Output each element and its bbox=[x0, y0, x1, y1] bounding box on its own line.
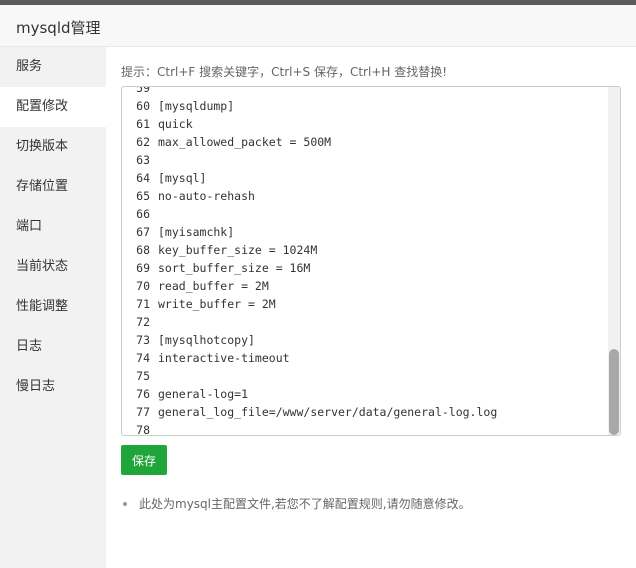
line-number: 77 bbox=[136, 405, 150, 419]
line-code[interactable]: max_allowed_packet = 500M bbox=[158, 133, 331, 151]
line-number: 74 bbox=[136, 351, 150, 365]
main-panel: 提示：Ctrl+F 搜索关键字，Ctrl+S 保存，Ctrl+H 查找替换! 5… bbox=[106, 47, 636, 568]
sidebar-item-storage[interactable]: 存储位置 bbox=[0, 167, 106, 207]
line-code[interactable]: key_buffer_size = 1024M bbox=[158, 241, 317, 259]
line-number: 65 bbox=[136, 189, 150, 203]
line-number: 76 bbox=[136, 387, 150, 401]
editor-line[interactable]: 73 [mysqlhotcopy] bbox=[122, 331, 620, 349]
bullet-icon bbox=[123, 501, 127, 506]
sidebar-item-port[interactable]: 端口 bbox=[0, 207, 106, 247]
line-number: 73 bbox=[136, 333, 150, 347]
editor-line[interactable]: 78 bbox=[122, 421, 620, 436]
editor-line[interactable]: 63 bbox=[122, 151, 620, 169]
line-code[interactable]: general_log_file=/www/server/data/genera… bbox=[158, 403, 497, 421]
editor-scrollbar-thumb[interactable] bbox=[609, 349, 619, 435]
line-code[interactable]: write_buffer = 2M bbox=[158, 295, 276, 313]
line-number: 67 bbox=[136, 225, 150, 239]
line-code[interactable]: [myisamchk] bbox=[158, 223, 234, 241]
editor-line[interactable]: 61 quick bbox=[122, 115, 620, 133]
config-note: 此处为mysql主配置文件,若您不了解配置规则,请勿随意修改。 bbox=[121, 495, 471, 512]
editor-line[interactable]: 66 bbox=[122, 205, 620, 223]
line-number: 70 bbox=[136, 279, 150, 293]
editor-line[interactable]: 67 [myisamchk] bbox=[122, 223, 620, 241]
line-code[interactable]: sort_buffer_size = 16M bbox=[158, 259, 310, 277]
line-code[interactable]: [mysql] bbox=[158, 169, 206, 187]
editor-line[interactable]: 76 general-log=1 bbox=[122, 385, 620, 403]
line-number: 69 bbox=[136, 261, 150, 275]
sidebar-item-status[interactable]: 当前状态 bbox=[0, 247, 106, 287]
line-code[interactable]: general-log=1 bbox=[158, 385, 248, 403]
editor-line[interactable]: 72 bbox=[122, 313, 620, 331]
line-number: 59 bbox=[136, 86, 150, 95]
editor-line[interactable]: 77 general_log_file=/www/server/data/gene… bbox=[122, 403, 620, 421]
editor-line[interactable]: 62 max_allowed_packet = 500M bbox=[122, 133, 620, 151]
line-code[interactable]: [mysqldump] bbox=[158, 97, 234, 115]
line-code[interactable]: interactive-timeout bbox=[158, 349, 290, 367]
line-code[interactable]: no-auto-rehash bbox=[158, 187, 255, 205]
sidebar: 服务 配置修改 切换版本 存储位置 端口 当前状态 性能调整 日志 慢日志 bbox=[0, 47, 106, 568]
sidebar-item-config[interactable]: 配置修改 bbox=[0, 87, 106, 127]
editor-line[interactable]: 59 bbox=[122, 86, 620, 97]
title-bar[interactable]: mysqld管理 bbox=[0, 5, 636, 47]
editor-line[interactable]: 60 [mysqldump] bbox=[122, 97, 620, 115]
editor-line[interactable]: 74 interactive-timeout bbox=[122, 349, 620, 367]
line-number: 78 bbox=[136, 423, 150, 436]
sidebar-item-version[interactable]: 切换版本 bbox=[0, 127, 106, 167]
sidebar-item-service[interactable]: 服务 bbox=[0, 47, 106, 87]
sidebar-item-log[interactable]: 日志 bbox=[0, 327, 106, 367]
line-number: 75 bbox=[136, 369, 150, 383]
editor-scrollbar[interactable] bbox=[608, 87, 620, 435]
editor-line[interactable]: 69 sort_buffer_size = 16M bbox=[122, 259, 620, 277]
line-number: 71 bbox=[136, 297, 150, 311]
line-number: 61 bbox=[136, 117, 150, 131]
line-number: 63 bbox=[136, 153, 150, 167]
editor-line[interactable]: 68 key_buffer_size = 1024M bbox=[122, 241, 620, 259]
sidebar-item-slowlog[interactable]: 慢日志 bbox=[0, 367, 106, 407]
editor-line[interactable]: 75 bbox=[122, 367, 620, 385]
line-code[interactable]: quick bbox=[158, 115, 193, 133]
config-note-text: 此处为mysql主配置文件,若您不了解配置规则,请勿随意修改。 bbox=[139, 497, 471, 511]
line-code[interactable]: [mysqlhotcopy] bbox=[158, 331, 255, 349]
line-number: 64 bbox=[136, 171, 150, 185]
editor-lines[interactable]: 59 60 [mysqldump] 61 quick 62 max_allowed_pack… bbox=[122, 86, 620, 436]
sidebar-item-performance[interactable]: 性能调整 bbox=[0, 287, 106, 327]
config-editor[interactable]: 59 60 [mysqldump] 61 quick 62 max_allowed_pack… bbox=[121, 86, 621, 436]
editor-line[interactable]: 70 read_buffer = 2M bbox=[122, 277, 620, 295]
window-title: mysqld管理 bbox=[16, 19, 101, 37]
editor-line[interactable]: 64 [mysql] bbox=[122, 169, 620, 187]
line-number: 68 bbox=[136, 243, 150, 257]
editor-line[interactable]: 71 write_buffer = 2M bbox=[122, 295, 620, 313]
line-number: 62 bbox=[136, 135, 150, 149]
line-number: 72 bbox=[136, 315, 150, 329]
hint-text: 提示：Ctrl+F 搜索关键字，Ctrl+S 保存，Ctrl+H 查找替换! bbox=[121, 65, 448, 79]
line-number: 66 bbox=[136, 207, 150, 221]
line-number: 60 bbox=[136, 99, 150, 113]
editor-line[interactable]: 65 no-auto-rehash bbox=[122, 187, 620, 205]
line-code[interactable]: read_buffer = 2M bbox=[158, 277, 269, 295]
save-button[interactable]: 保存 bbox=[121, 445, 167, 475]
